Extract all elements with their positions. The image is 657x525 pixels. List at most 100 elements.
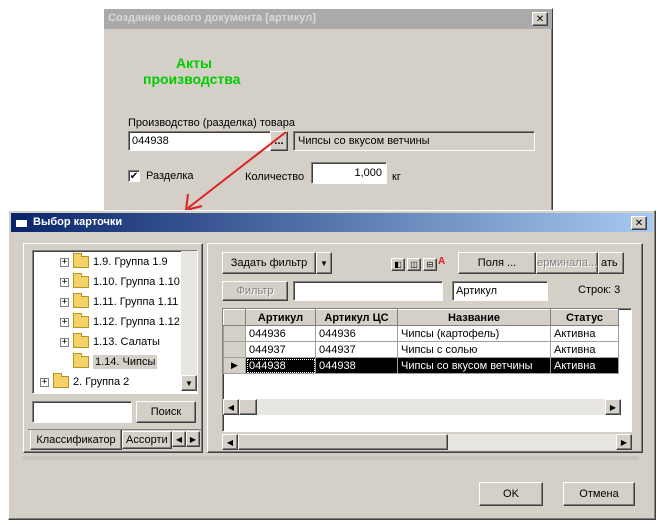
tree-item-label: 1.10. Группа 1.10 xyxy=(93,276,180,288)
tree-search-input[interactable] xyxy=(32,401,132,423)
layout-rows-icon[interactable]: ⊟ xyxy=(423,258,437,271)
column-select-value: Артикул xyxy=(456,285,498,297)
expand-icon[interactable]: + xyxy=(60,297,69,307)
scroll-down-icon[interactable]: ▼ xyxy=(181,375,197,391)
column-header[interactable]: Статус xyxy=(550,309,619,326)
razdelka-checkbox[interactable]: ✔ xyxy=(128,170,140,182)
table-cell[interactable]: Активна xyxy=(550,357,619,374)
filter-button[interactable]: Фильтр xyxy=(222,281,288,301)
layout-columns-icon[interactable]: ◫ xyxy=(407,258,421,271)
panel-splitter[interactable] xyxy=(23,456,639,460)
current-row-pointer-icon[interactable]: ▶ xyxy=(223,357,246,374)
product-name-value: Чипсы со вкусом ветчины xyxy=(298,135,430,147)
card-select-close-button[interactable]: ✕ xyxy=(631,216,647,230)
background-dialog: Создание нового документа [артикул] ✕ Ак… xyxy=(103,8,553,218)
set-filter-button[interactable]: Задать фильтр xyxy=(222,252,316,274)
table-row-selected[interactable]: ▶ 044938 044938 Чипсы со вкусом ветчины … xyxy=(223,357,619,374)
expand-icon[interactable]: + xyxy=(60,277,69,287)
tree-item-label: 2. Группа 2 xyxy=(73,376,130,388)
expand-icon[interactable]: + xyxy=(60,257,69,267)
table-cell[interactable]: 044936 xyxy=(245,325,316,342)
ok-button[interactable]: OK xyxy=(479,482,543,506)
tree-vertical-scrollbar[interactable]: ▼ xyxy=(181,251,197,391)
terminal-button[interactable]: ерминала... xyxy=(536,252,598,274)
toolbar-tail-button[interactable]: ать xyxy=(598,252,624,274)
filter-input[interactable] xyxy=(293,281,443,301)
close-icon: ✕ xyxy=(535,13,545,25)
font-a-icon[interactable]: A xyxy=(438,256,445,267)
table-row[interactable]: 044936 044936 Чипсы (картофель) Активна xyxy=(223,325,619,342)
tree-item-label: 1.13. Салаты xyxy=(93,336,160,348)
tree-item-label: 1.12. Группа 1.12 xyxy=(93,316,180,328)
scroll-thumb[interactable] xyxy=(238,434,448,450)
table-cell[interactable]: Активна xyxy=(550,341,619,358)
tree-item[interactable]: + 2. Группа 2 xyxy=(40,372,129,392)
window-icon xyxy=(15,216,28,228)
tree-item[interactable]: + 1.12. Группа 1.12 xyxy=(60,312,180,332)
tab-scroll-right-icon[interactable]: ▶ xyxy=(186,431,200,447)
table-cell[interactable]: Чипсы со вкусом ветчины xyxy=(397,357,551,374)
table-cell[interactable]: 044938 xyxy=(315,357,398,374)
expand-icon[interactable]: + xyxy=(60,337,69,347)
checkmark-icon: ✔ xyxy=(129,170,139,182)
layout-left-icon[interactable]: ◧ xyxy=(391,258,405,271)
scroll-left-icon[interactable]: ◀ xyxy=(222,434,238,450)
tree-item-selected[interactable]: 1.14. Чипсы xyxy=(73,352,158,372)
card-select-titlebar: Выбор карточки xyxy=(11,213,653,232)
table-cell[interactable]: Активна xyxy=(550,325,619,342)
classifier-tree[interactable]: + 1.9. Группа 1.9 + 1.10. Группа 1.10 + … xyxy=(32,250,198,394)
tree-item[interactable]: + 1.13. Салаты xyxy=(60,332,160,352)
product-name-field: Чипсы со вкусом ветчины xyxy=(293,131,535,151)
tree-item[interactable]: + 1.11. Группа 1.11 xyxy=(60,292,178,312)
column-header[interactable]: Артикул ЦС xyxy=(315,309,398,326)
set-filter-dropdown-icon[interactable]: ▼ xyxy=(316,252,332,274)
tab-assortment[interactable]: Ассорти xyxy=(122,431,172,449)
tab-strip: Классификатор Ассорти ◀ ▶ xyxy=(28,429,202,451)
expand-icon[interactable]: + xyxy=(40,377,49,387)
tab-scroll-left-icon[interactable]: ◀ xyxy=(172,431,186,447)
row-indicator[interactable] xyxy=(223,325,246,342)
table-cell[interactable]: Чипсы с солью xyxy=(397,341,551,358)
scroll-thumb[interactable] xyxy=(239,399,257,415)
expand-icon[interactable]: + xyxy=(60,317,69,327)
table-cell[interactable]: 044937 xyxy=(245,341,316,358)
red-arrow-icon xyxy=(184,131,287,212)
search-button[interactable]: Поиск xyxy=(136,401,196,423)
heading-line-2: производства xyxy=(143,71,241,87)
tree-item[interactable]: + 1.9. Группа 1.9 xyxy=(60,252,168,272)
grid-outer-scrollbar[interactable]: ◀ ▶ xyxy=(222,434,632,450)
table-row[interactable]: 044937 044937 Чипсы с солью Активна xyxy=(223,341,619,358)
row-indicator[interactable] xyxy=(223,341,246,358)
column-header[interactable]: Артикул xyxy=(245,309,316,326)
column-header[interactable]: Название xyxy=(397,309,551,326)
folder-icon xyxy=(73,253,89,268)
table-cell[interactable]: Чипсы (картофель) xyxy=(397,325,551,342)
tab-classifier[interactable]: Классификатор xyxy=(30,430,122,450)
grid-inner-scrollbar[interactable]: ◀ ▶ xyxy=(223,399,621,415)
tree-item[interactable]: + 1.10. Группа 1.10 xyxy=(60,272,180,292)
column-select[interactable]: Артикул xyxy=(452,281,548,301)
fields-button[interactable]: Поля ... xyxy=(458,252,536,274)
table-cell[interactable]: 044936 xyxy=(315,325,398,342)
article-input-value: 044938 xyxy=(132,135,169,147)
cards-grid[interactable]: Артикул Артикул ЦС Название Статус 04493… xyxy=(222,308,632,432)
grid-panel: Задать фильтр ▼ ◧ ◫ ⊟ A Поля ... ерминал… xyxy=(207,243,643,453)
scroll-right-icon[interactable]: ▶ xyxy=(605,399,621,415)
tree-item-label: 1.11. Группа 1.11 xyxy=(93,296,179,308)
background-dialog-title: Создание нового документа [артикул] xyxy=(108,12,316,24)
background-close-button[interactable]: ✕ xyxy=(532,12,548,26)
table-cell[interactable]: 044937 xyxy=(315,341,398,358)
open-folder-icon xyxy=(73,353,89,368)
scroll-left-icon[interactable]: ◀ xyxy=(223,399,239,415)
folder-icon xyxy=(73,333,89,348)
cards-table: Артикул Артикул ЦС Название Статус 04493… xyxy=(223,309,619,374)
row-indicator-header xyxy=(223,309,246,326)
scroll-right-icon[interactable]: ▶ xyxy=(616,434,632,450)
rows-count-label: Строк: 3 xyxy=(578,284,621,296)
cancel-button[interactable]: Отмена xyxy=(563,482,635,506)
folder-icon xyxy=(53,373,69,388)
quantity-input-value: 1,000 xyxy=(354,167,382,179)
quantity-input[interactable]: 1,000 xyxy=(311,162,387,184)
table-cell[interactable]: 044938 xyxy=(245,357,316,374)
folder-icon xyxy=(73,313,89,328)
